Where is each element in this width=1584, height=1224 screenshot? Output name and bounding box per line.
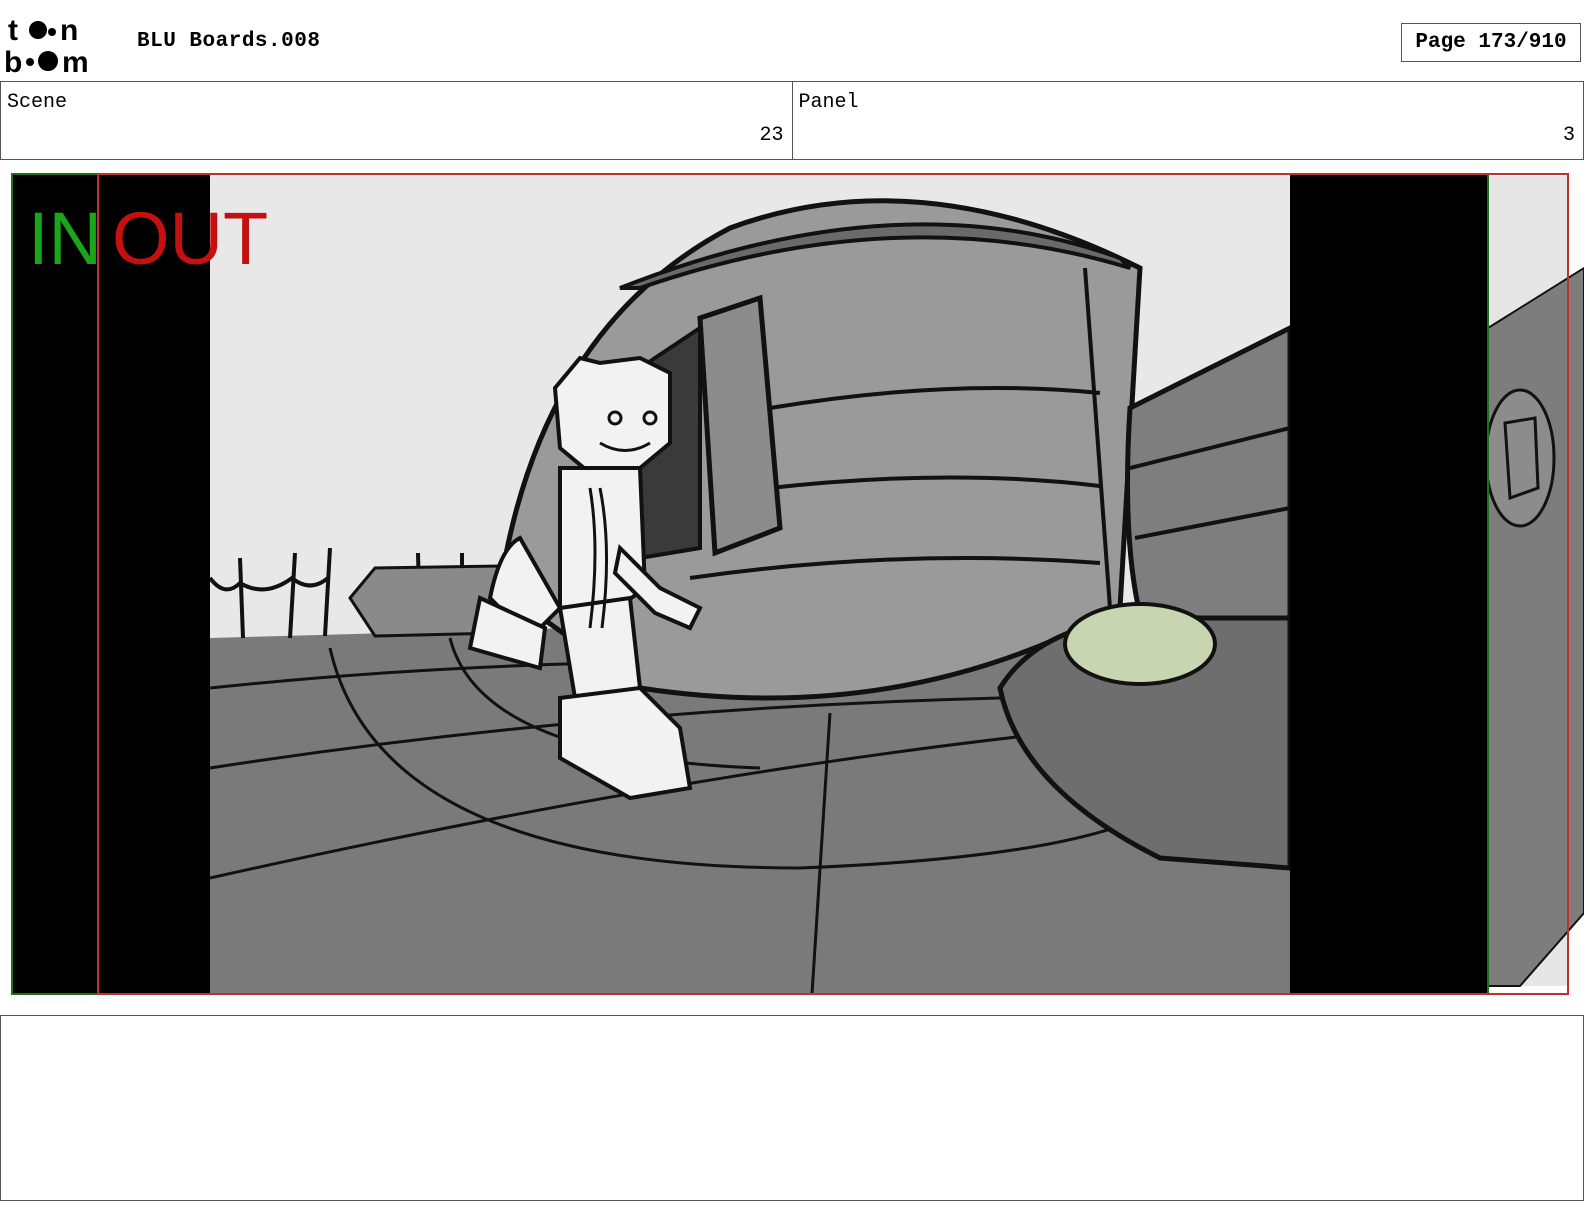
svg-text:m: m [62,46,89,76]
document-title: BLU Boards.008 [137,30,321,53]
page-indicator: Page 173/910 [1401,23,1581,62]
notes-box [0,1015,1584,1201]
storyboard-panel-image: IN OUT [0,168,1584,1006]
toonboom-logo: t n b m [4,14,89,76]
out-marker: OUT [112,197,268,280]
panel-cell: Panel 3 [791,82,1584,159]
scene-label: Scene [7,91,68,114]
svg-text:n: n [60,14,78,47]
panel-number: 3 [1562,124,1575,147]
svg-text:t: t [8,14,18,47]
in-marker: IN [28,197,102,280]
scene-panel-row: Scene 23 Panel 3 [0,81,1584,160]
scene-cell: Scene 23 [1,82,792,159]
panel-label: Panel [798,91,859,114]
svg-text:b: b [4,46,22,76]
scene-number: 23 [759,124,784,147]
